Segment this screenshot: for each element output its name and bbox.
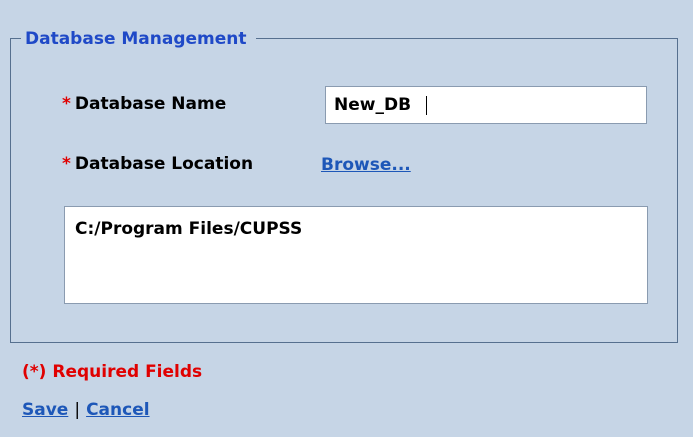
cancel-link[interactable]: Cancel bbox=[86, 400, 149, 420]
database-location-label-text: Database Location bbox=[74, 154, 254, 174]
database-location-field[interactable]: C:/Program Files/CUPSS bbox=[64, 206, 648, 304]
database-name-input[interactable] bbox=[325, 86, 647, 124]
browse-link[interactable]: Browse... bbox=[321, 155, 411, 175]
database-location-label: * Database Location bbox=[62, 154, 253, 174]
database-name-label: * Database Name bbox=[62, 94, 226, 114]
required-fields-note: (*) Required Fields bbox=[22, 362, 203, 382]
link-separator: | bbox=[74, 400, 81, 420]
panel-legend: Database Management bbox=[21, 29, 256, 49]
required-marker: * bbox=[62, 94, 71, 114]
save-link[interactable]: Save bbox=[22, 400, 68, 420]
database-name-label-text: Database Name bbox=[74, 94, 227, 114]
required-marker: * bbox=[62, 154, 71, 174]
text-caret bbox=[426, 96, 427, 115]
form-actions: Save | Cancel bbox=[22, 400, 150, 420]
